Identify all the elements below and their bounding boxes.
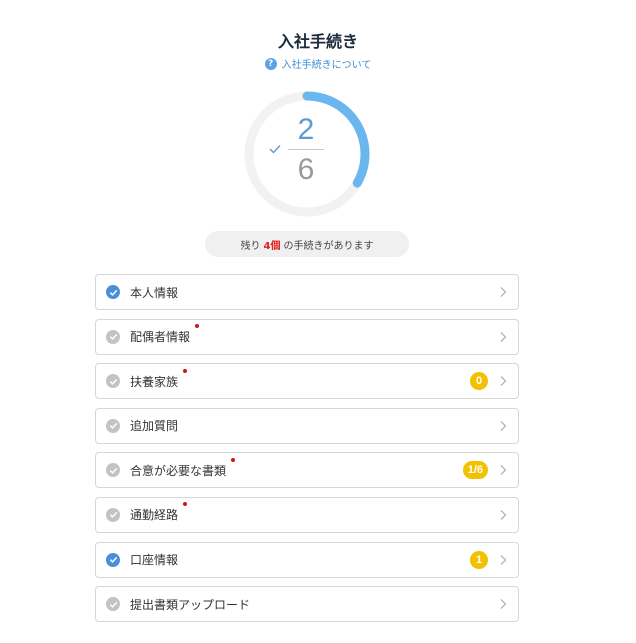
procedure-item-label: 追加質問 <box>130 419 179 434</box>
alert-dot <box>183 502 188 507</box>
chevron-right-icon <box>500 510 507 520</box>
procedure-item[interactable]: 通勤経路 <box>95 496 519 533</box>
chevron-right-icon <box>500 376 507 387</box>
procedure-item-label: 提出書類アップロード <box>130 597 251 612</box>
check-done-icon <box>106 552 120 567</box>
count-badge: 1/6 <box>462 461 488 480</box>
chevron-right-icon <box>500 465 507 476</box>
procedure-item-label: 口座情報 <box>130 553 179 568</box>
procedure-item[interactable]: 配偶者情報 <box>95 318 519 355</box>
procedure-item-label: 扶養家族 <box>130 368 188 390</box>
remaining-prefix: 残り <box>240 240 261 252</box>
count-badge: 1 <box>470 550 488 569</box>
help-link[interactable]: ? 入社手続きについて <box>0 56 636 71</box>
procedure-item-label: 本人情報 <box>130 285 179 300</box>
check-pending-icon <box>106 597 120 612</box>
remaining-suffix: の手続きがあります <box>283 240 374 252</box>
chevron-right-icon <box>500 554 507 565</box>
procedure-item[interactable]: 合意が必要な書類 1/6 <box>95 452 519 489</box>
procedure-list: 本人情報配偶者情報扶養家族 0 追加質問合意が必要な書類 1/6 通勤経路口座情報 1 提出… <box>95 274 519 631</box>
procedure-item[interactable]: 口座情報 1 <box>95 541 519 578</box>
procedure-item-label: 通勤経路 <box>130 502 188 523</box>
progress-completed: 2 <box>297 113 315 146</box>
help-link-label: 入社手続きについて <box>281 60 372 71</box>
page-title: 入社手続き <box>277 32 358 51</box>
chevron-right-icon <box>500 331 507 342</box>
check-pending-icon <box>106 507 120 522</box>
procedure-item[interactable]: 扶養家族 0 <box>95 363 519 400</box>
remaining-count: 4個 <box>263 240 281 252</box>
alert-dot <box>195 324 200 329</box>
alert-dot <box>231 457 236 462</box>
chevron-right-icon <box>500 420 507 431</box>
remaining-summary: 残り 4個 の手続きがあります <box>205 231 409 257</box>
alert-dot <box>183 368 188 373</box>
progress-fraction: 2 6 <box>286 112 326 188</box>
procedure-item-label: 合意が必要な書類 <box>130 457 236 479</box>
chevron-right-icon <box>500 599 507 610</box>
count-badge: 0 <box>470 372 488 391</box>
procedure-item[interactable]: 本人情報 <box>95 274 519 310</box>
check-pending-icon <box>106 463 120 478</box>
question-circle-icon: ? <box>264 57 277 70</box>
check-done-icon <box>106 285 120 299</box>
fraction-divider <box>288 149 324 150</box>
procedure-item[interactable]: 提出書類アップロード <box>95 586 519 623</box>
chevron-right-icon <box>500 287 507 297</box>
check-pending-icon <box>106 418 120 433</box>
procedure-item-label: 配偶者情報 <box>130 324 200 345</box>
check-icon <box>269 145 281 154</box>
check-pending-icon <box>106 329 120 344</box>
progress-total: 6 <box>297 153 315 186</box>
procedure-item[interactable]: 追加質問 <box>95 407 519 444</box>
check-pending-icon <box>106 374 120 389</box>
